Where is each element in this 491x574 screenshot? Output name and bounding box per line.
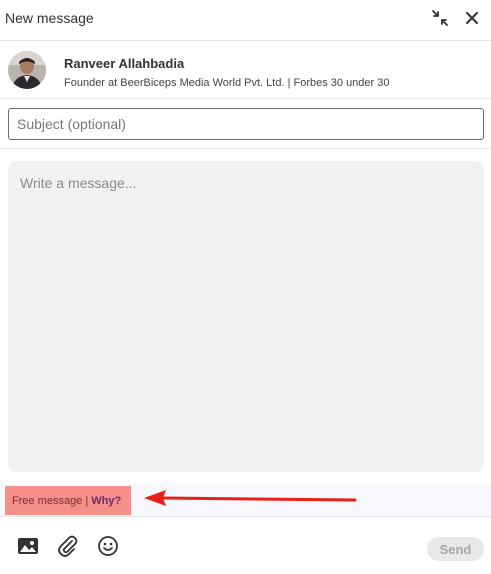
recipient-headline: Founder at BeerBiceps Media World Pvt. L… [64,77,390,89]
recipient-name[interactable]: Ranveer Allahbadia [64,56,184,71]
compose-header: New message [0,0,491,41]
close-icon [466,12,478,24]
message-body-input[interactable] [8,161,484,472]
compose-title: New message [5,10,94,26]
free-message-label: Free message | [12,494,89,507]
collapse-arrows-icon [432,10,448,26]
compose-footer: Send [0,517,491,574]
paperclip-icon [58,535,78,557]
recipient-card[interactable]: Ranveer Allahbadia Founder at BeerBiceps… [0,42,491,99]
image-icon [18,538,38,554]
emoji-button[interactable] [97,535,119,557]
subject-row [0,99,491,149]
avatar[interactable] [8,51,46,89]
why-link[interactable]: Why? [91,495,121,507]
emoji-icon [98,536,118,556]
annotation-arrow-icon [144,490,357,506]
send-button[interactable]: Send [427,537,484,561]
attach-file-button[interactable] [57,535,79,557]
minimize-button[interactable] [430,8,450,28]
free-message-highlight: Free message | Why? [5,486,131,515]
compose-window: New message Ranveer Allahbadia Founder a… [0,0,491,574]
attach-image-button[interactable] [17,535,39,557]
subject-input[interactable] [8,108,484,140]
close-button[interactable] [462,8,482,28]
